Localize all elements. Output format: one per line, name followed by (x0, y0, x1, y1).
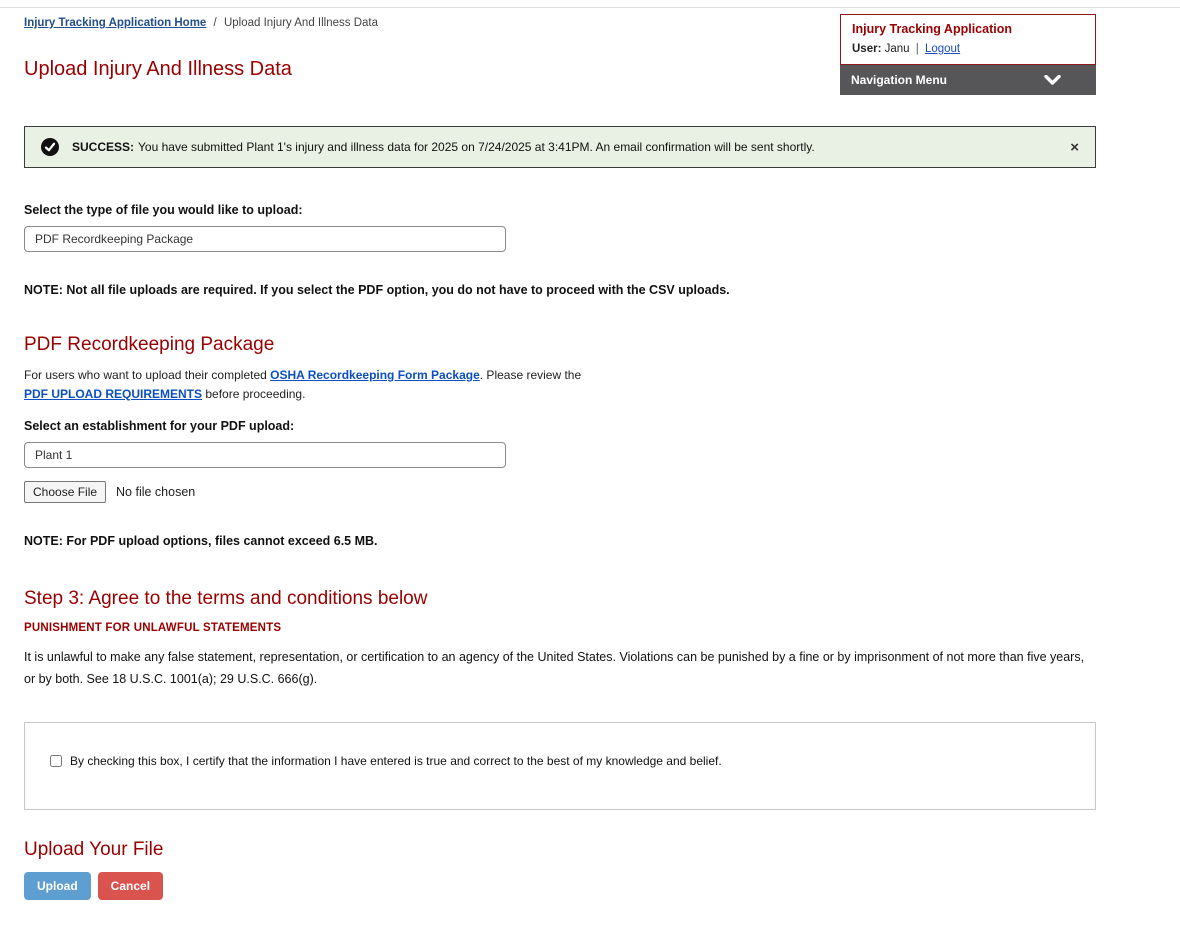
chevron-down-icon (1044, 75, 1085, 85)
certify-checkbox[interactable] (50, 755, 62, 767)
breadcrumb-separator: / (214, 17, 217, 29)
establishment-select[interactable]: Plant 1 (24, 442, 506, 468)
certify-row: By checking this box, I certify that the… (50, 754, 1070, 768)
user-name: Janu (885, 43, 910, 55)
intro-text-2: . Please review the (480, 368, 581, 382)
upload-heading: Upload Your File (24, 839, 1096, 861)
user-info-line: User: Janu | Logout (852, 43, 1084, 55)
step3-heading: Step 3: Agree to the terms and condition… (24, 588, 1096, 610)
alert-prefix: SUCCESS: (72, 140, 134, 154)
breadcrumb-current: Upload Injury And Illness Data (224, 17, 378, 29)
legal-text: It is unlawful to make any false stateme… (24, 647, 1096, 691)
file-input-row: Choose File No file chosen (24, 481, 1096, 503)
pdf-section-heading: PDF Recordkeeping Package (24, 334, 1096, 356)
certify-label: By checking this box, I certify that the… (70, 754, 722, 768)
alert-body-text: You have submitted Plant 1's injury and … (138, 140, 815, 154)
pdf-intro-paragraph: For users who want to upload their compl… (24, 366, 590, 403)
logout-link[interactable]: Logout (925, 43, 960, 55)
user-label: User: (852, 43, 881, 55)
establishment-label: Select an establishment for your PDF upl… (24, 419, 1096, 433)
no-file-chosen-text: No file chosen (116, 485, 195, 499)
check-circle-icon (41, 138, 59, 156)
file-type-select[interactable]: PDF Recordkeeping Package (24, 226, 506, 252)
breadcrumb-home-link[interactable]: Injury Tracking Application Home (24, 17, 206, 29)
choose-file-button[interactable]: Choose File (24, 481, 106, 503)
intro-text-1: For users who want to upload their compl… (24, 368, 270, 382)
osha-recordkeeping-package-link[interactable]: OSHA Recordkeeping Form Package (270, 368, 480, 382)
alert-message: SUCCESS: You have submitted Plant 1's inj… (72, 140, 815, 154)
upload-button[interactable]: Upload (24, 872, 91, 900)
punishment-subheading: PUNISHMENT FOR UNLAWFUL STATEMENTS (24, 622, 1096, 634)
certify-box: By checking this box, I certify that the… (24, 722, 1096, 810)
separator: | (916, 43, 919, 55)
pdf-upload-requirements-link[interactable]: PDF UPLOAD REQUIREMENTS (24, 387, 202, 401)
close-icon[interactable]: × (1058, 140, 1079, 155)
button-row: Upload Cancel (24, 872, 1096, 900)
cancel-button[interactable]: Cancel (98, 872, 163, 900)
navigation-menu-bar[interactable]: Navigation Menu (840, 65, 1096, 95)
file-type-label: Select the type of file you would like t… (24, 203, 1096, 217)
page: Injury Tracking Application User: Janu |… (0, 0, 1180, 940)
intro-text-3: before proceeding. (202, 387, 305, 401)
app-title: Injury Tracking Application (852, 22, 1084, 36)
pdf-size-note: NOTE: For PDF upload options, files cann… (24, 534, 1096, 548)
user-panel-header: Injury Tracking Application User: Janu |… (840, 14, 1096, 65)
user-panel: Injury Tracking Application User: Janu |… (840, 14, 1096, 95)
main-content: Injury Tracking Application Home / Uploa… (0, 8, 1180, 940)
success-alert: SUCCESS: You have submitted Plant 1's inj… (24, 126, 1096, 168)
navigation-menu-label: Navigation Menu (851, 73, 947, 87)
file-type-note: NOTE: Not all file uploads are required.… (24, 283, 1096, 297)
